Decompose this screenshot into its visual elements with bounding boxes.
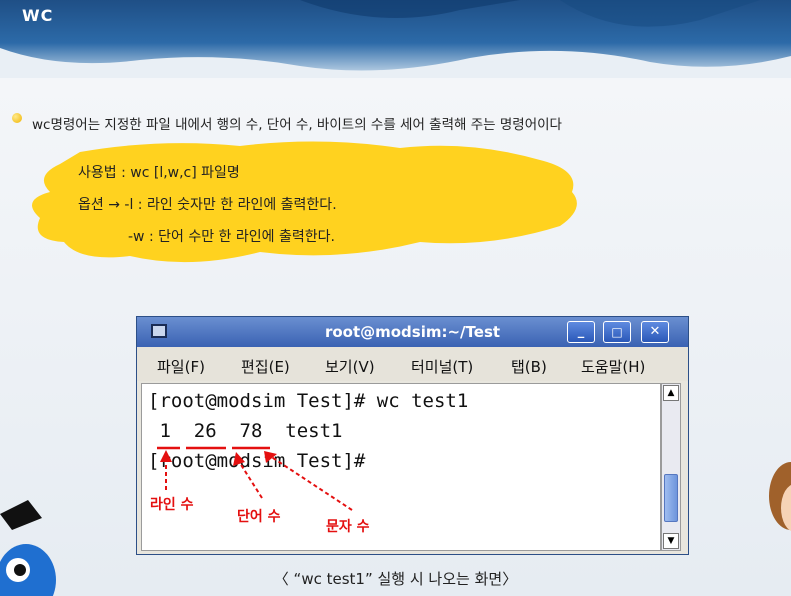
terminal-line-prompt: [root@modsim Test]# xyxy=(148,450,366,472)
terminal-line-command: [root@modsim Test]# wc test1 xyxy=(148,390,469,412)
maximize-button[interactable]: □ xyxy=(603,321,631,343)
minimize-button[interactable]: _ xyxy=(567,321,595,343)
terminal-window: root@modsim:~/Test _ □ ✕ 파일(F) 편집(E) 보기(… xyxy=(136,316,689,555)
scroll-thumb[interactable] xyxy=(664,474,678,522)
scroll-down-icon[interactable]: ▼ xyxy=(663,533,679,549)
annotation-chars: 문자 수 xyxy=(326,519,370,535)
option-l-line: 옵션 → -l : 라인 숫자만 한 라인에 출력한다. xyxy=(78,197,337,213)
annotation-lines: 라인 수 xyxy=(150,497,194,513)
annotation-words: 단어 수 xyxy=(237,509,281,525)
menu-terminal[interactable]: 터미널(T) xyxy=(411,356,473,377)
header-banner: WC xyxy=(0,0,791,78)
terminal-output[interactable]: [root@modsim Test]# wc test1 1 26 78 tes… xyxy=(141,383,661,551)
menu-bar: 파일(F) 편집(E) 보기(V) 터미널(T) 탭(B) 도움말(H) xyxy=(137,347,688,381)
menu-help[interactable]: 도움말(H) xyxy=(581,356,645,377)
menu-file[interactable]: 파일(F) xyxy=(157,356,205,377)
menu-view[interactable]: 보기(V) xyxy=(325,356,375,377)
window-titlebar[interactable]: root@modsim:~/Test _ □ ✕ xyxy=(137,317,688,347)
terminal-scrollbar[interactable]: ▲ ▼ xyxy=(661,383,681,551)
menu-edit[interactable]: 편집(E) xyxy=(241,356,290,377)
header-decoration xyxy=(0,0,791,78)
scroll-up-icon[interactable]: ▲ xyxy=(663,385,679,401)
menu-tabs[interactable]: 탭(B) xyxy=(511,356,547,377)
close-button[interactable]: ✕ xyxy=(641,321,669,343)
header-title: WC xyxy=(22,6,54,25)
usage-line: 사용법 : wc [l,w,c] 파일명 xyxy=(78,165,240,181)
bullet-icon xyxy=(12,113,22,123)
figure-caption: 〈 “wc test1” 실행 시 나오는 화면〉 xyxy=(273,570,518,588)
option-w-line: -w : 단어 수만 한 라인에 출력한다. xyxy=(128,229,335,245)
terminal-line-result: 1 26 78 test1 xyxy=(148,420,343,442)
